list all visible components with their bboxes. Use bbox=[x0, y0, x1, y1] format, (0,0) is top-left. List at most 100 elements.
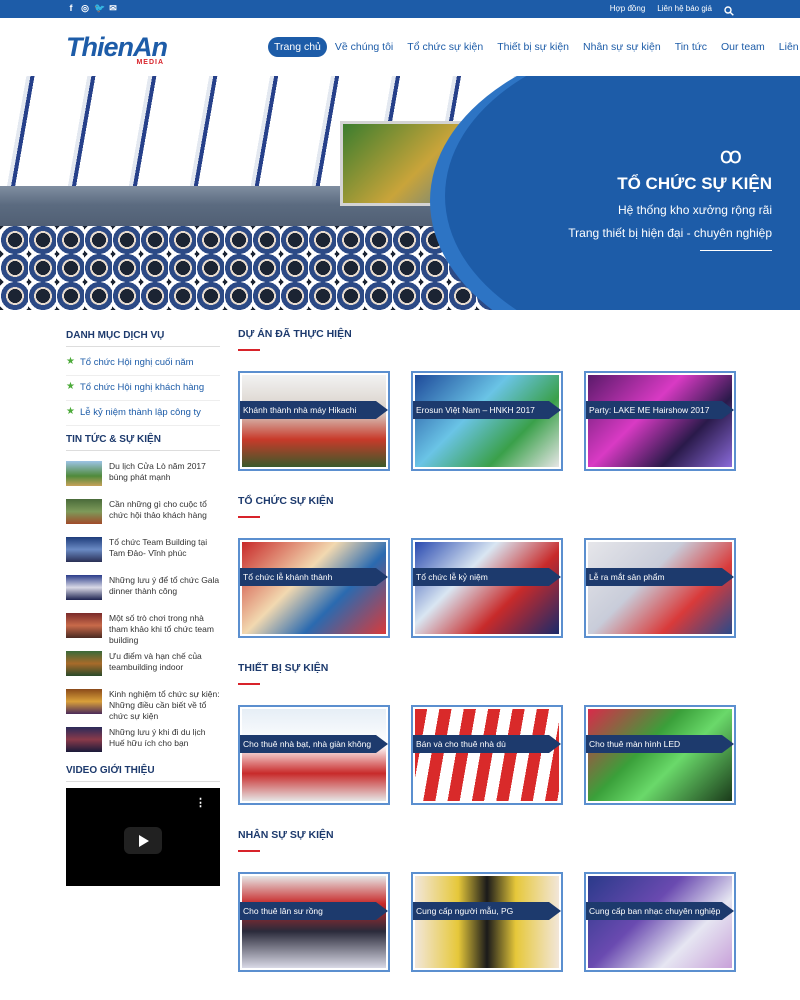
card-image bbox=[415, 876, 559, 968]
news-thumbnail[interactable] bbox=[66, 727, 102, 752]
equipment-card[interactable]: Cho thuê nhà bạt, nhà giàn không gian bbox=[238, 705, 390, 805]
card-image bbox=[242, 542, 386, 634]
card-label: Cho thuê nhà bạt, nhà giàn không gian bbox=[240, 735, 388, 753]
hero-line-2: Trang thiết bị hiện đại - chuyên nghiệp bbox=[568, 226, 772, 240]
star-icon: ★ bbox=[66, 406, 75, 417]
card-label: Cho thuê màn hình LED bbox=[586, 735, 734, 753]
header: ThienAn MEDIA Trang chủ Về chúng tôi Tổ … bbox=[0, 18, 800, 76]
news-thumbnail[interactable] bbox=[66, 461, 102, 486]
nav-home[interactable]: Trang chủ bbox=[268, 37, 327, 57]
card-image bbox=[588, 375, 732, 467]
service-card[interactable]: Tổ chức lễ kỷ niệm bbox=[411, 538, 563, 638]
card-image bbox=[242, 375, 386, 467]
logo-sub: MEDIA bbox=[136, 59, 164, 66]
section-title: DỰ ÁN ĐÃ THỰC HIỆN bbox=[238, 328, 352, 340]
card-label: Cung cấp ban nhạc chuyên nghiệp bbox=[586, 902, 734, 920]
news-thumbnail[interactable] bbox=[66, 499, 102, 524]
section-event-organizing: TỔ CHỨC SỰ KIỆN Tổ chức lễ khánh thành T… bbox=[238, 495, 738, 638]
news-item[interactable]: Những lưu ý khi đi du lịch Huế hữu ích c… bbox=[66, 727, 220, 757]
section-underline bbox=[238, 516, 260, 518]
quote-link[interactable]: Liên hệ báo giá bbox=[657, 4, 712, 13]
service-card[interactable]: Lễ ra mắt sản phẩm bbox=[584, 538, 736, 638]
news-item[interactable]: Cần những gì cho cuộc tổ chức hội thảo k… bbox=[66, 499, 220, 529]
facebook-icon[interactable]: f bbox=[66, 3, 76, 13]
play-icon[interactable] bbox=[124, 827, 162, 854]
nav-news[interactable]: Tin tức bbox=[669, 37, 713, 57]
card-label: Cung cấp người mẫu, PG bbox=[413, 902, 561, 920]
staff-card[interactable]: Cho thuê lân sư rồng bbox=[238, 872, 390, 972]
section-underline bbox=[238, 683, 260, 685]
video-player[interactable]: ⋮ bbox=[66, 788, 220, 886]
nav-team[interactable]: Our team bbox=[715, 37, 771, 57]
news-thumbnail[interactable] bbox=[66, 575, 102, 600]
email-icon[interactable]: ✉ bbox=[108, 3, 118, 13]
news-thumbnail[interactable] bbox=[66, 537, 102, 562]
card-label: Erosun Việt Nam – HNKH 2017 bbox=[413, 401, 561, 419]
card-label: Party: LAKE ME Hairshow 2017 bbox=[586, 401, 734, 419]
staff-card[interactable]: Cung cấp ban nhạc chuyên nghiệp bbox=[584, 872, 736, 972]
section-underline bbox=[238, 850, 260, 852]
card-label: Cho thuê lân sư rồng bbox=[240, 902, 388, 920]
card-image bbox=[588, 876, 732, 968]
project-card[interactable]: Khánh thành nhà máy Hikachi bbox=[238, 371, 390, 471]
service-item[interactable]: ★ Tổ chức Hội nghị cuối năm bbox=[66, 351, 220, 376]
main-content: DỰ ÁN ĐÃ THỰC HIỆN Khánh thành nhà máy H… bbox=[238, 328, 738, 996]
card-image bbox=[242, 709, 386, 801]
nav-event-staff[interactable]: Nhân sự sự kiện bbox=[577, 37, 667, 57]
project-card[interactable]: Erosun Việt Nam – HNKH 2017 bbox=[411, 371, 563, 471]
nav-about[interactable]: Về chúng tôi bbox=[329, 37, 399, 57]
news-item[interactable]: Tổ chức Team Building tại Tam Đảo- Vĩnh … bbox=[66, 537, 220, 567]
section-event-staff: NHÂN SỰ SỰ KIỆN Cho thuê lân sư rồng Cun… bbox=[238, 829, 738, 972]
twitter-icon[interactable]: 🐦 bbox=[94, 3, 105, 13]
hero-banner: ꝏ TỔ CHỨC SỰ KIỆN Hệ thống kho xưởng rộn… bbox=[0, 76, 800, 310]
hero-line-1: Hệ thống kho xưởng rộng rãi bbox=[618, 203, 772, 217]
search-icon[interactable] bbox=[724, 3, 734, 16]
star-icon: ★ bbox=[66, 356, 75, 367]
sidebar: DANH MỤC DỊCH VỤ ★ Tổ chức Hội nghị cuối … bbox=[66, 330, 220, 886]
card-image bbox=[588, 709, 732, 801]
logo[interactable]: ThienAn MEDIA bbox=[66, 32, 170, 66]
hero-text: ꝏ TỔ CHỨC SỰ KIỆN Hệ thống kho xưởng rộn… bbox=[568, 143, 772, 251]
card-label: Khánh thành nhà máy Hikachi bbox=[240, 401, 388, 419]
card-label: Tổ chức lễ kỷ niệm bbox=[413, 568, 561, 586]
news-item[interactable]: Ưu điểm và hạn chế của teambuilding indo… bbox=[66, 651, 220, 681]
contract-link[interactable]: Hợp đồng bbox=[610, 4, 646, 13]
main-nav: Trang chủ Về chúng tôi Tổ chức sự kiện T… bbox=[268, 37, 800, 57]
instagram-icon[interactable]: ◎ bbox=[80, 3, 90, 13]
section-projects: DỰ ÁN ĐÃ THỰC HIỆN Khánh thành nhà máy H… bbox=[238, 328, 738, 471]
top-bar: f ◎ 🐦 ✉ Hợp đồng Liên hệ báo giá bbox=[0, 0, 800, 18]
top-links: Hợp đồng Liên hệ báo giá bbox=[610, 3, 734, 16]
section-event-equipment: THIẾT BỊ SỰ KIỆN Cho thuê nhà bạt, nhà g… bbox=[238, 662, 738, 805]
more-options-icon[interactable]: ⋮ bbox=[195, 796, 206, 809]
section-underline bbox=[238, 349, 260, 351]
news-thumbnail[interactable] bbox=[66, 689, 102, 714]
equipment-card[interactable]: Bán và cho thuê nhà dù bbox=[411, 705, 563, 805]
equipment-card[interactable]: Cho thuê màn hình LED bbox=[584, 705, 736, 805]
news-item[interactable]: Những lưu ý để tổ chức Gala dinner thành… bbox=[66, 575, 220, 605]
section-title: NHÂN SỰ SỰ KIỆN bbox=[238, 829, 334, 841]
news-thumbnail[interactable] bbox=[66, 613, 102, 638]
card-image bbox=[415, 542, 559, 634]
project-card[interactable]: Party: LAKE ME Hairshow 2017 bbox=[584, 371, 736, 471]
news-thumbnail[interactable] bbox=[66, 651, 102, 676]
flourish-icon: ꝏ bbox=[719, 143, 742, 168]
card-label: Lễ ra mắt sản phẩm bbox=[586, 568, 734, 586]
news-item[interactable]: Một số trò chơi trong nhà tham khảo khi … bbox=[66, 613, 220, 645]
social-links: f ◎ 🐦 ✉ bbox=[66, 3, 118, 13]
video-heading: VIDEO GIỚI THIỆU bbox=[66, 765, 220, 782]
card-image bbox=[242, 876, 386, 968]
nav-contact[interactable]: Liên hệ bbox=[773, 37, 800, 57]
nav-event-organizing[interactable]: Tổ chức sự kiện bbox=[401, 37, 489, 57]
card-image bbox=[588, 542, 732, 634]
news-item[interactable]: Kinh nghiệm tổ chức sự kiện: Những điều … bbox=[66, 689, 220, 721]
service-card[interactable]: Tổ chức lễ khánh thành bbox=[238, 538, 390, 638]
section-title: TỔ CHỨC SỰ KIỆN bbox=[238, 495, 334, 507]
news-item[interactable]: Du lịch Cửa Lò năm 2017 bùng phát mạnh bbox=[66, 461, 220, 491]
services-heading: DANH MỤC DỊCH VỤ bbox=[66, 330, 220, 347]
nav-event-equipment[interactable]: Thiết bị sự kiện bbox=[491, 37, 575, 57]
hero-title: TỔ CHỨC SỰ KIỆN bbox=[617, 174, 772, 193]
service-item[interactable]: ★ Tổ chức Hội nghị khách hàng bbox=[66, 376, 220, 401]
staff-card[interactable]: Cung cấp người mẫu, PG bbox=[411, 872, 563, 972]
service-item[interactable]: ★ Lễ kỷ niệm thành lập công ty bbox=[66, 401, 220, 426]
news-heading: TIN TỨC & SỰ KIỆN bbox=[66, 434, 220, 451]
